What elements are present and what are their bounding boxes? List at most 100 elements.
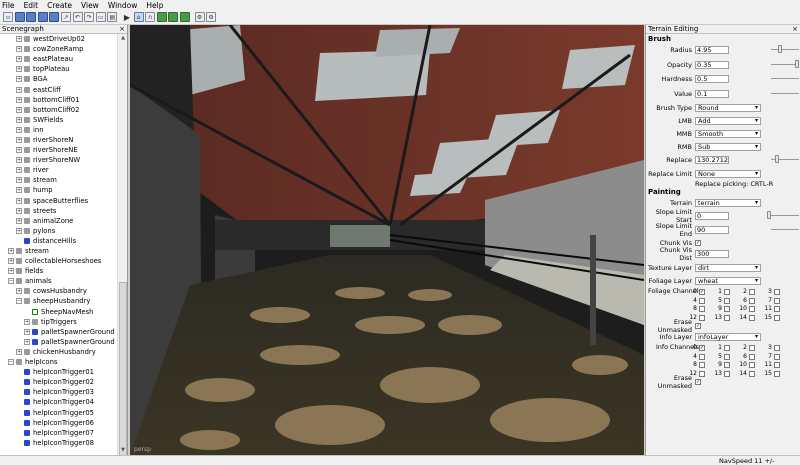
expand-icon[interactable]: + [8,258,14,265]
channel-checkbox[interactable] [749,362,755,368]
tree-item[interactable]: + westDriveUp02 [0,34,117,44]
channel-checkbox[interactable] [774,345,780,351]
tree-item[interactable]: + chickenHusbandry [0,347,117,357]
terrain-select[interactable]: terrain [695,198,761,207]
collapse-icon[interactable]: − [8,359,14,366]
channel-checkbox[interactable] [724,314,730,321]
paint-tool-icon[interactable] [179,12,190,22]
paste-icon[interactable]: ▤ [107,12,118,22]
channel-checkbox[interactable] [774,353,780,360]
redo-icon[interactable]: ↷ [84,12,95,22]
expand-icon[interactable]: + [16,66,22,73]
channel-checkbox[interactable] [699,306,705,312]
channel-checkbox[interactable]: ✓ [699,289,705,295]
channel-checkbox[interactable] [724,306,730,312]
expand-icon[interactable]: + [16,56,22,63]
scroll-up-icon[interactable]: ▲ [118,34,128,43]
channel-checkbox[interactable] [699,314,705,321]
erase-unmasked2-checkbox[interactable]: ✓ [695,378,701,385]
import-icon[interactable] [49,12,60,22]
tree-item[interactable]: SheepNavMesh [0,307,117,317]
opacity-input[interactable]: 0.35 [695,60,729,69]
brush-type-select[interactable]: Round [695,103,761,112]
hardness-slider[interactable] [771,78,799,79]
tree-item[interactable]: + bottomCliff01 [0,95,117,105]
channel-checkbox[interactable] [724,345,730,351]
tree-item[interactable]: + pylons [0,226,117,236]
tree-item[interactable]: + fields [0,266,117,276]
scenegraph-tree[interactable]: + westDriveUp02 + cowZoneRamp + eastPlateau + t… [0,34,117,455]
expand-icon[interactable]: + [16,217,22,224]
export-icon[interactable]: ↗ [60,12,71,22]
tree-item[interactable]: − animals [0,276,117,286]
open-file-icon[interactable] [14,12,25,22]
tree-item[interactable]: + topPlateau [0,64,117,74]
channel-checkbox[interactable] [774,297,780,304]
channel-checkbox[interactable] [724,297,730,304]
3d-viewport[interactable]: persp [130,25,644,455]
tree-item[interactable]: + palletSpawnerGround [0,327,117,337]
tree-item[interactable]: helpIconTrigger05 [0,407,117,417]
collapse-icon[interactable]: − [8,278,14,285]
chunk-vis-dist-input[interactable]: 300 [695,249,729,258]
tree-item[interactable]: + bottomCliff02 [0,105,117,115]
tree-item[interactable]: + stream [0,175,117,185]
value-slider[interactable] [771,93,799,94]
tree-item[interactable]: + riverShoreN [0,135,117,145]
rmb-select[interactable]: Sub [695,142,761,151]
expand-icon[interactable]: + [16,187,22,194]
expand-icon[interactable]: + [16,106,22,113]
tree-item[interactable]: + river [0,165,117,175]
channel-checkbox[interactable] [774,289,780,295]
erase-unmasked-checkbox[interactable]: ✓ [695,322,701,329]
slope-end-slider[interactable] [771,229,799,230]
expand-icon[interactable]: + [16,76,22,83]
new-file-icon[interactable]: ▫ [3,12,13,22]
settings-tool-icon[interactable]: ⚙ [206,12,217,22]
channel-checkbox[interactable] [749,297,755,304]
replace-input[interactable]: 130.27122 [695,155,729,164]
expand-icon[interactable]: + [8,268,14,275]
channel-checkbox[interactable] [749,345,755,351]
tree-item[interactable]: + riverShoreNW [0,155,117,165]
expand-icon[interactable]: + [16,46,22,53]
hardness-input[interactable]: 0.5 [695,74,729,83]
expand-icon[interactable]: + [16,207,22,214]
tree-item[interactable]: + SWFields [0,115,117,125]
expand-icon[interactable]: + [16,227,22,234]
close-icon[interactable]: × [792,25,798,34]
expand-icon[interactable]: + [16,197,22,204]
expand-icon[interactable]: + [16,167,22,174]
save-all-icon[interactable] [37,12,48,22]
terrain-tool-icon[interactable]: ∩ [145,12,156,22]
mmb-select[interactable]: Smooth [695,129,761,138]
channel-checkbox[interactable] [749,370,755,377]
tree-item[interactable]: + cowZoneRamp [0,44,117,54]
tree-item[interactable]: + inn [0,125,117,135]
channel-checkbox[interactable] [774,306,780,312]
channel-checkbox[interactable] [774,314,780,321]
menu-edit[interactable]: Edit [24,1,39,10]
expand-icon[interactable]: + [16,177,22,184]
scenegraph-scrollbar[interactable]: ▲ ▼ [117,34,128,462]
value-input[interactable]: 0.1 [695,89,729,98]
slope-start-slider-handle[interactable] [767,211,771,219]
undo-icon[interactable]: ↶ [72,12,83,22]
expand-icon[interactable]: + [16,36,22,43]
tree-item[interactable]: + BGA [0,74,117,84]
channel-checkbox[interactable] [699,297,705,304]
collapse-icon[interactable]: − [16,298,22,305]
opacity-slider-handle[interactable] [795,60,799,68]
channel-checkbox[interactable] [699,370,705,377]
slope-start-slider[interactable] [771,215,799,216]
expand-icon[interactable]: + [16,136,22,143]
channel-checkbox[interactable] [699,353,705,360]
copy-icon[interactable]: ▭ [95,12,106,22]
replace-slider-handle[interactable] [775,155,779,163]
grass-tool-icon[interactable] [168,12,179,22]
tree-item[interactable]: + spaceButterflies [0,196,117,206]
menu-create[interactable]: Create [47,1,72,10]
texture-layer-select[interactable]: dirt [695,263,761,272]
tree-item[interactable]: + hump [0,185,117,195]
expand-icon[interactable]: + [16,348,22,355]
